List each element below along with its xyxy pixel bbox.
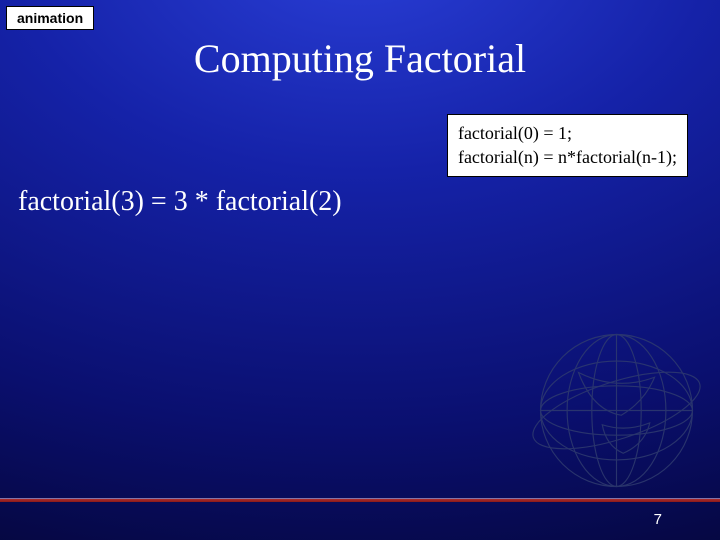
- rule-line-2: factorial(n) = n*factorial(n-1);: [458, 145, 677, 169]
- accent-bar: [0, 498, 720, 502]
- slide: animation Computing Factorial factorial(…: [0, 0, 720, 540]
- globe-icon: [512, 306, 702, 496]
- slide-number: 7: [654, 511, 662, 528]
- slide-title: Computing Factorial: [0, 35, 720, 82]
- factorial-rules-box: factorial(0) = 1; factorial(n) = n*facto…: [447, 114, 688, 177]
- rule-line-1: factorial(0) = 1;: [458, 121, 677, 145]
- animation-tag: animation: [6, 6, 94, 30]
- current-step-text: factorial(3) = 3 * factorial(2): [18, 186, 342, 218]
